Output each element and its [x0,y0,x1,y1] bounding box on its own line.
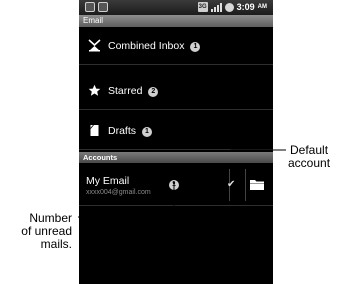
default-account-callout: Default account [288,144,330,170]
phone-screen: 3G 3:09 AM Email Combined Inbox 1 Starre… [79,0,273,284]
folder-label: Starred [108,84,143,97]
status-bar: 3G 3:09 AM [79,0,273,15]
star-icon [87,84,101,98]
folder-combined-inbox[interactable]: Combined Inbox 1 [79,27,273,65]
notification-icon [98,2,108,12]
divider [245,169,246,201]
callout-line: account [288,156,331,170]
unread-count-badge: 2 [148,86,159,97]
unread-count-callout: Number of unread mails. [2,212,72,251]
account-address: xxxx004@gmail.com [86,189,151,196]
android-icon [85,2,95,12]
signal-icon [210,2,222,12]
folder-label: Drafts [108,124,137,137]
accounts-section-header: Accounts [79,152,273,163]
unread-count-badge: 1 [141,126,152,137]
default-account-check-icon: ✔ [227,179,236,190]
folder-label: Combined Inbox [108,39,185,52]
account-row[interactable]: My Email xxxx004@gmail.com 1 ✔ [79,163,273,206]
account-unread-badge: 1 [169,180,179,190]
account-name: My Email [86,175,130,187]
clock-ampm: AM [257,4,267,10]
unread-count-badge: 1 [190,41,201,52]
app-title: Email [79,15,273,27]
folder-drafts[interactable]: Drafts 1 [79,112,273,150]
drafts-icon [87,124,101,138]
battery-icon [224,2,234,12]
folder-starred[interactable]: Starred 2 [79,72,273,110]
combined-inbox-icon [87,39,101,53]
folder-icon[interactable] [249,177,267,193]
callout-line: mails. [40,237,72,251]
clock-time: 3:09 [236,2,255,12]
network-icon: 3G [197,2,208,12]
